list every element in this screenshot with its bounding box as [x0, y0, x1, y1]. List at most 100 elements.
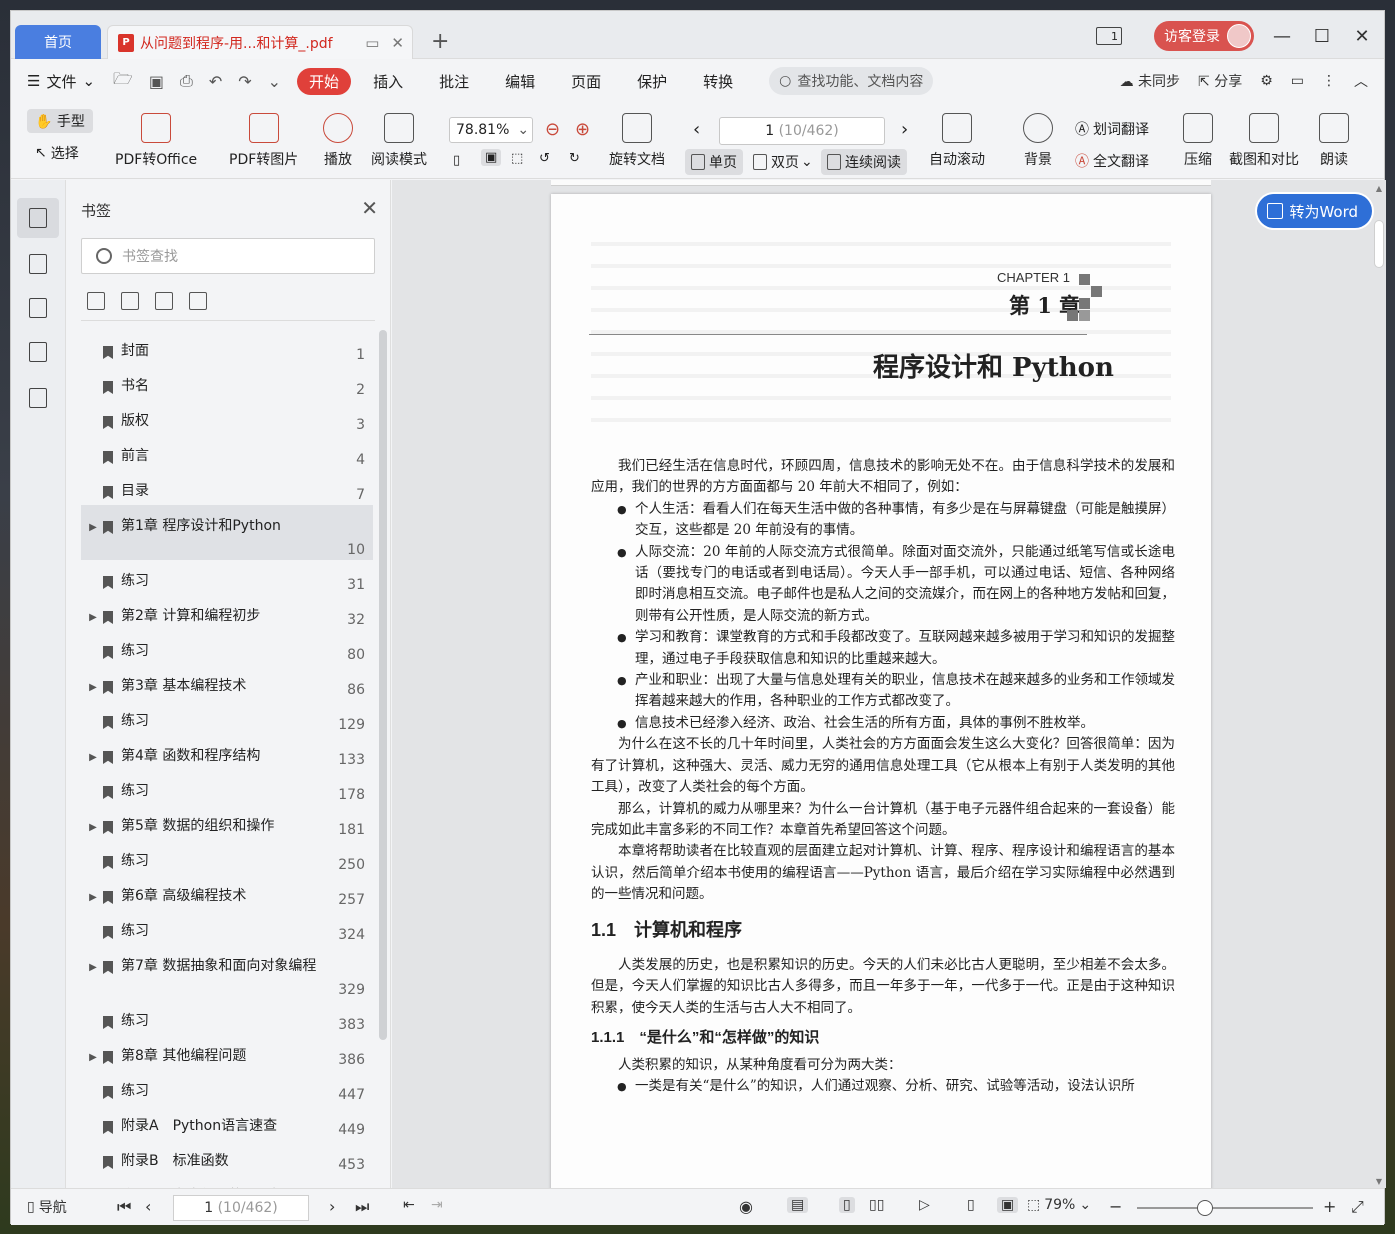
bookmark-item[interactable]: 练习 80 — [81, 630, 373, 665]
word-translate-button[interactable]: Ⓐ 划词翻译 — [1075, 119, 1149, 139]
reader-mode-icon[interactable]: 1 — [1096, 27, 1122, 45]
double-page-button[interactable]: 双页 ⌄ — [747, 149, 819, 175]
rotate-right-icon[interactable]: ↻ — [569, 151, 580, 166]
status-page-input[interactable]: 1 (10/462) — [173, 1195, 309, 1221]
last-page-icon[interactable]: ⏭ — [355, 1197, 369, 1217]
zoom-out-icon[interactable]: ⊖ — [545, 119, 560, 140]
bookmark-item[interactable]: 练习 383 — [81, 1000, 373, 1035]
full-translate-button[interactable]: Ⓐ 全文翻译 — [1075, 151, 1149, 171]
file-menu[interactable]: ☰ 文件 ⌄ — [27, 71, 95, 92]
play-button[interactable]: 播放 — [323, 113, 353, 169]
document-viewport[interactable]: CHAPTER 1 第 1 章 程序设计和 Python 我们已经生活在信息时代… — [392, 180, 1386, 1188]
scroll-up-icon[interactable]: ▲ — [1376, 184, 1382, 193]
annotation-panel-icon[interactable] — [17, 288, 59, 328]
bookmark-item[interactable]: ▶ 第4章 函数和程序结构 133 — [81, 735, 373, 770]
page-number-input[interactable]: 1 (10/462) — [719, 117, 885, 145]
add-bookmark-icon[interactable] — [155, 292, 173, 310]
bookmark-item[interactable]: ▶ 第8章 其他编程问题 386 — [81, 1035, 373, 1070]
bookmark-panel-icon[interactable] — [17, 198, 59, 238]
first-page-icon[interactable]: ⏮ — [117, 1197, 131, 1217]
actual-size-icon[interactable]: ▯ — [453, 153, 460, 168]
background-button[interactable]: 背景 — [1023, 113, 1053, 169]
menu-tab-insert[interactable]: 插入 — [373, 71, 403, 92]
close-button[interactable]: ✕ — [1350, 26, 1374, 47]
save-icon[interactable]: ▣ — [149, 72, 164, 91]
prev-page-icon[interactable]: ‹ — [693, 119, 700, 140]
navigation-toggle[interactable]: ▯ 导航 — [27, 1197, 67, 1217]
expand-arrow-icon[interactable]: ▶ — [85, 612, 101, 623]
bookmark-item[interactable]: 练习 31 — [81, 560, 373, 595]
tab-close-icon[interactable]: ✕ — [391, 34, 404, 52]
maximize-button[interactable]: ☐ — [1310, 26, 1334, 47]
auto-scroll-button[interactable]: 自动滚动 — [929, 113, 985, 169]
eye-protect-icon[interactable]: ◉ — [739, 1197, 753, 1216]
thumbnail-panel-icon[interactable] — [17, 244, 59, 284]
tab-home[interactable]: 首页 — [15, 25, 101, 59]
sync-status[interactable]: ☁ 未同步 — [1120, 71, 1180, 91]
bookmark-item[interactable]: 附录C 书中使用的几个标 — [81, 1175, 373, 1188]
collapse-ribbon-icon[interactable]: ︿ — [1354, 71, 1368, 91]
forward-icon[interactable]: ⇥ — [431, 1197, 443, 1213]
menu-tab-protect[interactable]: 保护 — [637, 71, 667, 92]
expand-all-icon[interactable] — [87, 292, 105, 310]
zoom-in-icon[interactable]: + — [1323, 1197, 1336, 1216]
bookmark-item[interactable]: 目录 7 — [81, 470, 373, 505]
bookmark-item[interactable]: ▶ 第1章 程序设计和Python 10 — [81, 505, 373, 560]
settings-gear-icon[interactable]: ⚙ — [1260, 73, 1273, 89]
bookmark-item[interactable]: 前言 4 — [81, 435, 373, 470]
zoom-in-icon[interactable]: ⊕ — [575, 119, 590, 140]
collapse-all-icon[interactable] — [121, 292, 139, 310]
visitor-login-button[interactable]: 访客登录 — [1154, 21, 1254, 51]
bookmark-item[interactable]: ▶ 第5章 数据的组织和操作 181 — [81, 805, 373, 840]
expand-arrow-icon[interactable]: ▶ — [85, 822, 101, 833]
prev-page-icon[interactable]: ‹ — [145, 1197, 151, 1216]
close-panel-icon[interactable]: ✕ — [361, 196, 378, 220]
signature-panel-icon[interactable] — [17, 378, 59, 418]
function-search-input[interactable]: ○ 查找功能、文档内容 — [769, 67, 934, 95]
actual-size-status-icon[interactable]: ▯ — [967, 1197, 975, 1213]
bookmark-item[interactable]: 封面 1 — [81, 330, 373, 365]
next-page-icon[interactable]: › — [901, 119, 908, 140]
share-button[interactable]: ⇱ 分享 — [1198, 71, 1242, 91]
expand-arrow-icon[interactable]: ▶ — [85, 752, 101, 763]
minimize-button[interactable]: — — [1270, 26, 1294, 47]
bookmark-scrollbar[interactable] — [379, 330, 387, 1040]
bookmark-search-input[interactable]: 书签查找 — [81, 238, 375, 274]
bookmark-item[interactable]: 附录B 标准函数 453 — [81, 1140, 373, 1175]
delete-bookmark-icon[interactable] — [189, 292, 207, 310]
expand-arrow-icon[interactable]: ▶ — [85, 892, 101, 903]
single-page-status-icon[interactable]: ▯ — [839, 1197, 855, 1213]
menu-tab-convert[interactable]: 转换 — [703, 71, 733, 92]
fit-page-status-icon[interactable]: ▣ — [997, 1197, 1019, 1213]
open-folder-icon[interactable]: 🗁 — [113, 68, 133, 95]
read-aloud-button[interactable]: 朗读 — [1319, 113, 1349, 169]
more-dropdown-icon[interactable]: ⌄ — [268, 72, 281, 91]
fullscreen-icon[interactable]: ⤢ — [1351, 1197, 1364, 1217]
undo-icon[interactable]: ↶ — [209, 72, 222, 91]
tab-document[interactable]: P 从问题到程序-用...和计算_.pdf ▭ ✕ — [107, 25, 413, 59]
expand-arrow-icon[interactable]: ▶ — [85, 1052, 101, 1063]
bookmark-item[interactable]: ▶ 第2章 计算和编程初步 32 — [81, 595, 373, 630]
convert-to-word-button[interactable]: 转为Word — [1257, 194, 1372, 228]
document-scrollbar[interactable] — [1374, 220, 1384, 268]
compress-button[interactable]: 压缩 — [1183, 113, 1213, 169]
zoom-out-icon[interactable]: − — [1109, 1197, 1122, 1216]
zoom-slider-handle[interactable] — [1197, 1200, 1213, 1216]
more-vertical-icon[interactable]: ⋮ — [1322, 73, 1336, 89]
read-mode-button[interactable]: 阅读模式 — [371, 113, 427, 169]
screenshot-compare-button[interactable]: 截图和对比 — [1229, 113, 1299, 169]
bookmark-item[interactable]: 练习 178 — [81, 770, 373, 805]
menu-tab-annotate[interactable]: 批注 — [439, 71, 469, 92]
zoom-select[interactable]: 78.81% ⌄ — [449, 117, 533, 143]
bookmark-item[interactable]: 练习 324 — [81, 910, 373, 945]
play-status-icon[interactable]: ▷ — [919, 1197, 930, 1213]
scroll-mode-icon[interactable]: ▤ — [787, 1197, 809, 1213]
comment-icon[interactable]: ▭ — [1291, 73, 1304, 89]
expand-arrow-icon[interactable]: ▶ — [85, 962, 101, 973]
menu-tab-page[interactable]: 页面 — [571, 71, 601, 92]
menu-tab-start[interactable]: 开始 — [297, 67, 352, 95]
double-page-status-icon[interactable]: ▯▯ — [869, 1197, 884, 1213]
bookmark-item[interactable]: 练习 250 — [81, 840, 373, 875]
menu-tab-edit[interactable]: 编辑 — [505, 71, 535, 92]
bookmark-item[interactable]: ▶ 第6章 高级编程技术 257 — [81, 875, 373, 910]
